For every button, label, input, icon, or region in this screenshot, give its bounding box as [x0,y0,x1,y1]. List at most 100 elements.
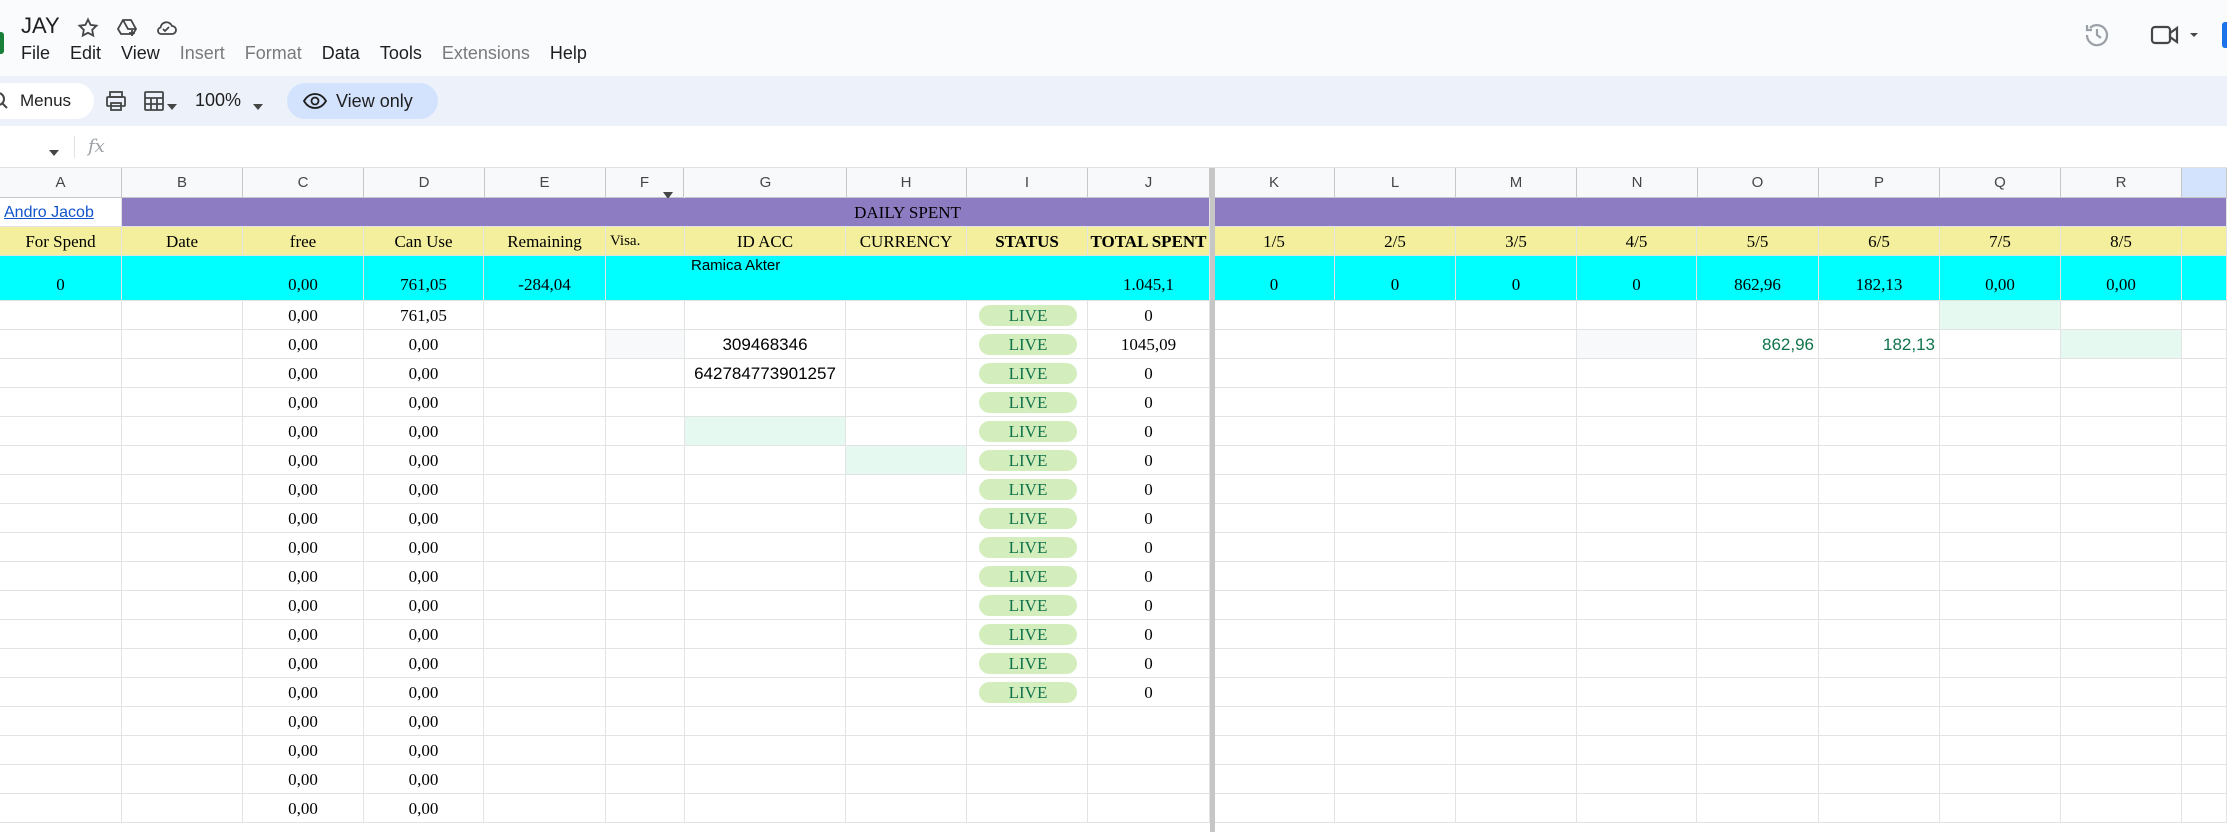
cell-l21[interactable] [1335,794,1456,823]
cell-d8[interactable]: 0,00 [364,417,484,446]
cell-b18[interactable] [122,707,243,736]
cell-g15[interactable] [685,620,846,649]
cell-p21[interactable] [1819,794,1940,823]
cell-g9[interactable] [685,446,846,475]
cell-p13[interactable] [1819,562,1940,591]
cell-k5[interactable] [1214,330,1335,359]
cell-e13[interactable] [484,562,606,591]
cell-h4[interactable] [846,301,967,330]
cell-l20[interactable] [1335,765,1456,794]
cell-r20[interactable] [2061,765,2182,794]
cell-j12[interactable]: 0 [1088,533,1210,562]
cell-o21[interactable] [1697,794,1819,823]
column-header-k[interactable]: K [1214,168,1335,198]
cell-h21[interactable] [846,794,967,823]
cell-k17[interactable] [1214,678,1335,707]
cell-o10[interactable] [1697,475,1819,504]
cell-l14[interactable] [1335,591,1456,620]
cell-e16[interactable] [484,649,606,678]
cell-n6[interactable] [1577,359,1697,388]
cell-b15[interactable] [122,620,243,649]
menu-help[interactable]: Help [550,41,587,65]
cell-k4[interactable] [1214,301,1335,330]
cell-a1-link[interactable]: Andro Jacob [0,198,122,227]
cell-l15[interactable] [1335,620,1456,649]
cell-h8[interactable] [846,417,967,446]
cell-e19[interactable] [484,736,606,765]
cell-p5[interactable]: 182,13 [1819,330,1940,359]
cell-k9[interactable] [1214,446,1335,475]
cell-m11[interactable] [1456,504,1577,533]
cell-n19[interactable] [1577,736,1697,765]
cell-r15[interactable] [2061,620,2182,649]
column-header-o[interactable]: O [1697,168,1819,198]
cell-d18[interactable]: 0,00 [364,707,484,736]
cell-b14[interactable] [122,591,243,620]
cell-k16[interactable] [1214,649,1335,678]
cell-g13[interactable] [685,562,846,591]
cell-g19[interactable] [685,736,846,765]
cell-f12[interactable] [606,533,685,562]
cell-q9[interactable] [1940,446,2061,475]
cell-i17[interactable]: LIVE [967,678,1088,707]
cell-r8[interactable] [2061,417,2182,446]
column-header-q[interactable]: Q [1940,168,2061,198]
cell-j20[interactable] [1088,765,1210,794]
cell-l12[interactable] [1335,533,1456,562]
cell-a10[interactable] [0,475,122,504]
cell-e17[interactable] [484,678,606,707]
menu-data[interactable]: Data [322,41,360,65]
column-header-p[interactable]: P [1819,168,1940,198]
cell-o17[interactable] [1697,678,1819,707]
cell-q8[interactable] [1940,417,2061,446]
cell-o5[interactable]: 862,96 [1697,330,1819,359]
cell-m16[interactable] [1456,649,1577,678]
column-header-l[interactable]: L [1335,168,1456,198]
cell-m14[interactable] [1456,591,1577,620]
cell-n4[interactable] [1577,301,1697,330]
print-icon[interactable] [104,89,128,113]
cell-p17[interactable] [1819,678,1940,707]
cell-m8[interactable] [1456,417,1577,446]
cell-m21[interactable] [1456,794,1577,823]
cell-i8[interactable]: LIVE [967,417,1088,446]
cell-n7[interactable] [1577,388,1697,417]
cell-o19[interactable] [1697,736,1819,765]
filter-icon[interactable] [663,180,673,199]
cell-k13[interactable] [1214,562,1335,591]
cell-h11[interactable] [846,504,967,533]
freeze-divider[interactable] [1210,168,1215,832]
cell-d20[interactable]: 0,00 [364,765,484,794]
cell-e21[interactable] [484,794,606,823]
cell-n20[interactable] [1577,765,1697,794]
cell-p7[interactable] [1819,388,1940,417]
cell-i14[interactable]: LIVE [967,591,1088,620]
cell-o16[interactable] [1697,649,1819,678]
cell-k14[interactable] [1214,591,1335,620]
cell-e14[interactable] [484,591,606,620]
cell-j10[interactable]: 0 [1088,475,1210,504]
name-box-dropdown-icon[interactable] [48,144,60,156]
cell-k20[interactable] [1214,765,1335,794]
cell-m15[interactable] [1456,620,1577,649]
cell-i5[interactable]: LIVE [967,330,1088,359]
cell-n11[interactable] [1577,504,1697,533]
cell-e5[interactable] [484,330,606,359]
cell-o14[interactable] [1697,591,1819,620]
cell-k15[interactable] [1214,620,1335,649]
cell-o11[interactable] [1697,504,1819,533]
cell-h16[interactable] [846,649,967,678]
cell-c16[interactable]: 0,00 [243,649,364,678]
cell-h18[interactable] [846,707,967,736]
cell-l18[interactable] [1335,707,1456,736]
cell-o15[interactable] [1697,620,1819,649]
cell-a15[interactable] [0,620,122,649]
cell-g12[interactable] [685,533,846,562]
star-icon[interactable] [76,16,100,40]
cell-l7[interactable] [1335,388,1456,417]
cell-c12[interactable]: 0,00 [243,533,364,562]
cell-p16[interactable] [1819,649,1940,678]
cell-c20[interactable]: 0,00 [243,765,364,794]
share-button-edge[interactable] [2222,22,2227,48]
cell-e6[interactable] [484,359,606,388]
